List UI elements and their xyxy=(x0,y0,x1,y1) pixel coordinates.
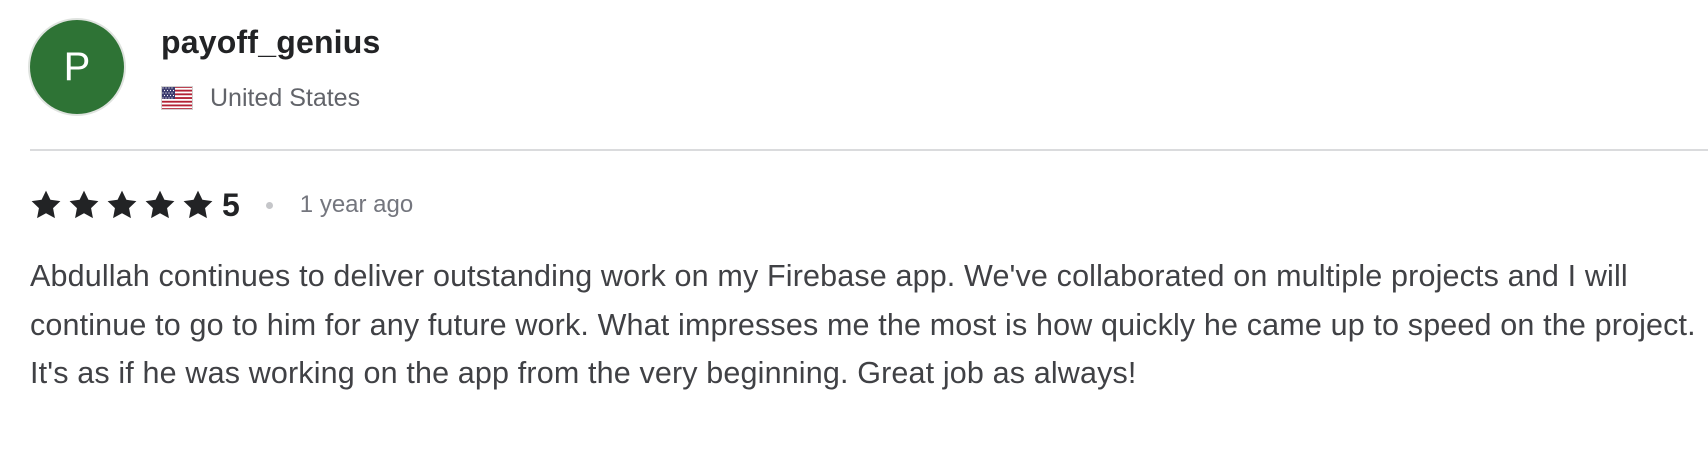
rating-row: 5 1 year ago xyxy=(30,184,413,226)
star-icon xyxy=(107,190,137,219)
review-time: 1 year ago xyxy=(299,191,414,218)
star-icon xyxy=(145,190,175,219)
avatar-letter: P xyxy=(63,44,91,89)
star-icon xyxy=(69,190,99,219)
star-icon xyxy=(183,190,213,219)
separator-dot xyxy=(265,201,273,209)
reviewer-username[interactable]: payoff_genius xyxy=(161,24,381,61)
rating-value: 5 xyxy=(222,186,240,223)
country-name: United States xyxy=(210,83,361,112)
us-flag-icon xyxy=(161,86,193,110)
reviewer-country: United States xyxy=(161,80,360,116)
star-icon xyxy=(31,190,61,219)
review-card: P payoff_genius United States 5 1 year a… xyxy=(0,0,1708,458)
reviewer-header: P payoff_genius United States xyxy=(30,20,1630,120)
divider xyxy=(30,149,1708,151)
review-text: Abdullah continues to deliver outstandin… xyxy=(30,259,1696,390)
avatar[interactable]: P xyxy=(30,20,124,114)
star-rating xyxy=(30,189,220,221)
